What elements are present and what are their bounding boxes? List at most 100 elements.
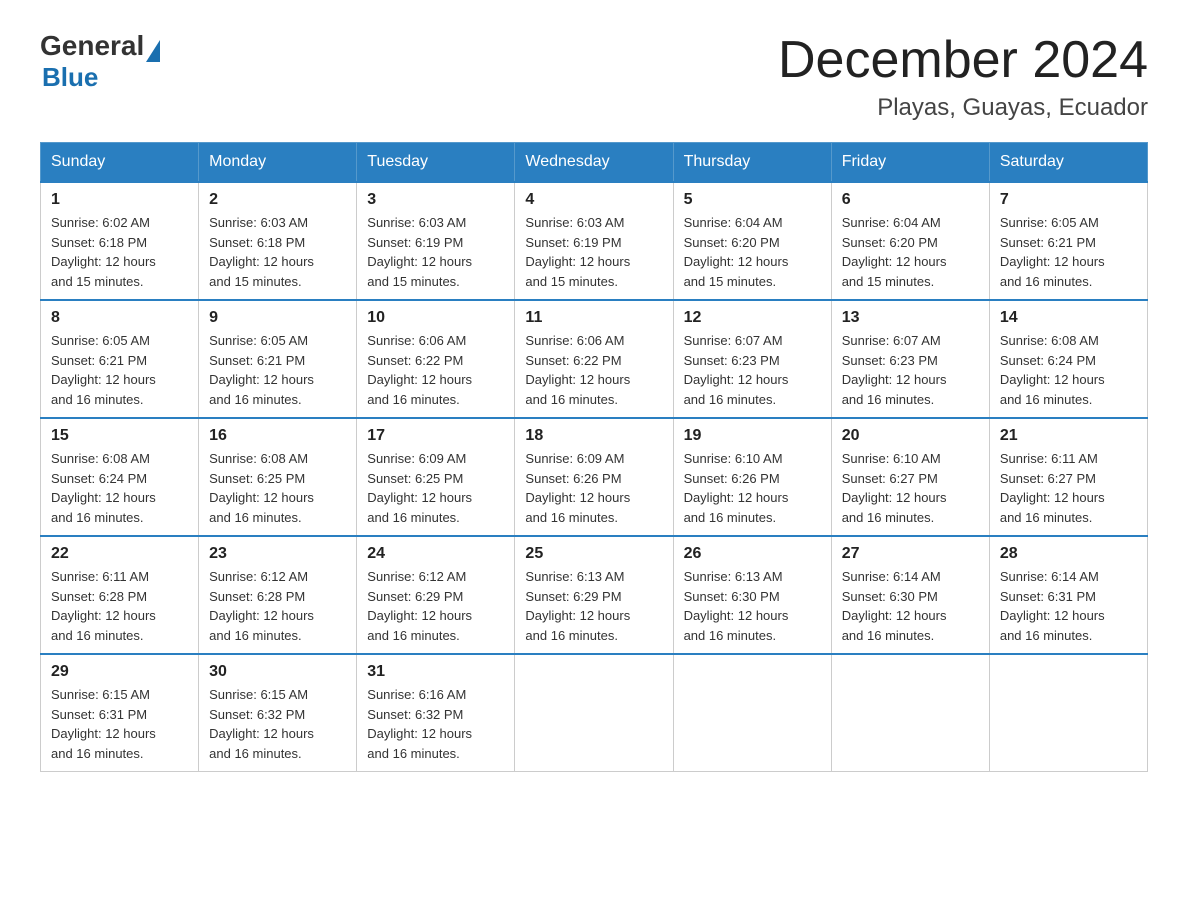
day-number: 3 xyxy=(367,191,504,209)
week-row-2: 8 Sunrise: 6:05 AM Sunset: 6:21 PM Dayli… xyxy=(41,300,1148,418)
calendar-subtitle: Playas, Guayas, Ecuador xyxy=(778,94,1148,122)
day-info: Sunrise: 6:03 AM Sunset: 6:19 PM Dayligh… xyxy=(367,213,504,291)
calendar-cell xyxy=(989,654,1147,772)
day-number: 26 xyxy=(684,545,821,563)
calendar-cell xyxy=(673,654,831,772)
calendar-cell: 6 Sunrise: 6:04 AM Sunset: 6:20 PM Dayli… xyxy=(831,182,989,300)
logo: General Blue xyxy=(40,30,160,93)
day-number: 1 xyxy=(51,191,188,209)
calendar-cell xyxy=(515,654,673,772)
day-number: 4 xyxy=(525,191,662,209)
calendar-cell: 5 Sunrise: 6:04 AM Sunset: 6:20 PM Dayli… xyxy=(673,182,831,300)
day-number: 25 xyxy=(525,545,662,563)
header-sunday: Sunday xyxy=(41,143,199,183)
day-number: 24 xyxy=(367,545,504,563)
day-info: Sunrise: 6:10 AM Sunset: 6:27 PM Dayligh… xyxy=(842,449,979,527)
day-number: 30 xyxy=(209,663,346,681)
day-info: Sunrise: 6:11 AM Sunset: 6:28 PM Dayligh… xyxy=(51,567,188,645)
day-info: Sunrise: 6:05 AM Sunset: 6:21 PM Dayligh… xyxy=(51,331,188,409)
calendar-cell: 20 Sunrise: 6:10 AM Sunset: 6:27 PM Dayl… xyxy=(831,418,989,536)
day-number: 7 xyxy=(1000,191,1137,209)
day-number: 23 xyxy=(209,545,346,563)
day-number: 2 xyxy=(209,191,346,209)
day-info: Sunrise: 6:09 AM Sunset: 6:26 PM Dayligh… xyxy=(525,449,662,527)
calendar-cell: 25 Sunrise: 6:13 AM Sunset: 6:29 PM Dayl… xyxy=(515,536,673,654)
day-number: 12 xyxy=(684,309,821,327)
day-number: 8 xyxy=(51,309,188,327)
days-header-row: Sunday Monday Tuesday Wednesday Thursday… xyxy=(41,143,1148,183)
day-info: Sunrise: 6:09 AM Sunset: 6:25 PM Dayligh… xyxy=(367,449,504,527)
calendar-cell: 22 Sunrise: 6:11 AM Sunset: 6:28 PM Dayl… xyxy=(41,536,199,654)
day-number: 21 xyxy=(1000,427,1137,445)
day-info: Sunrise: 6:11 AM Sunset: 6:27 PM Dayligh… xyxy=(1000,449,1137,527)
day-info: Sunrise: 6:05 AM Sunset: 6:21 PM Dayligh… xyxy=(1000,213,1137,291)
calendar-cell xyxy=(831,654,989,772)
calendar-cell: 18 Sunrise: 6:09 AM Sunset: 6:26 PM Dayl… xyxy=(515,418,673,536)
calendar-cell: 3 Sunrise: 6:03 AM Sunset: 6:19 PM Dayli… xyxy=(357,182,515,300)
day-info: Sunrise: 6:08 AM Sunset: 6:24 PM Dayligh… xyxy=(51,449,188,527)
day-info: Sunrise: 6:07 AM Sunset: 6:23 PM Dayligh… xyxy=(842,331,979,409)
day-info: Sunrise: 6:06 AM Sunset: 6:22 PM Dayligh… xyxy=(367,331,504,409)
header-friday: Friday xyxy=(831,143,989,183)
calendar-cell: 30 Sunrise: 6:15 AM Sunset: 6:32 PM Dayl… xyxy=(199,654,357,772)
calendar-cell: 10 Sunrise: 6:06 AM Sunset: 6:22 PM Dayl… xyxy=(357,300,515,418)
header-thursday: Thursday xyxy=(673,143,831,183)
page-header: General Blue December 2024 Playas, Guaya… xyxy=(40,30,1148,122)
day-info: Sunrise: 6:13 AM Sunset: 6:29 PM Dayligh… xyxy=(525,567,662,645)
day-info: Sunrise: 6:16 AM Sunset: 6:32 PM Dayligh… xyxy=(367,685,504,763)
day-info: Sunrise: 6:07 AM Sunset: 6:23 PM Dayligh… xyxy=(684,331,821,409)
day-number: 28 xyxy=(1000,545,1137,563)
header-tuesday: Tuesday xyxy=(357,143,515,183)
day-number: 17 xyxy=(367,427,504,445)
week-row-3: 15 Sunrise: 6:08 AM Sunset: 6:24 PM Dayl… xyxy=(41,418,1148,536)
calendar-cell: 7 Sunrise: 6:05 AM Sunset: 6:21 PM Dayli… xyxy=(989,182,1147,300)
day-number: 14 xyxy=(1000,309,1137,327)
day-number: 18 xyxy=(525,427,662,445)
calendar-cell: 8 Sunrise: 6:05 AM Sunset: 6:21 PM Dayli… xyxy=(41,300,199,418)
logo-triangle-icon xyxy=(146,40,160,62)
calendar-cell: 2 Sunrise: 6:03 AM Sunset: 6:18 PM Dayli… xyxy=(199,182,357,300)
calendar-cell: 17 Sunrise: 6:09 AM Sunset: 6:25 PM Dayl… xyxy=(357,418,515,536)
calendar-cell: 12 Sunrise: 6:07 AM Sunset: 6:23 PM Dayl… xyxy=(673,300,831,418)
day-number: 6 xyxy=(842,191,979,209)
logo-blue-text: Blue xyxy=(42,62,160,93)
week-row-4: 22 Sunrise: 6:11 AM Sunset: 6:28 PM Dayl… xyxy=(41,536,1148,654)
calendar-cell: 4 Sunrise: 6:03 AM Sunset: 6:19 PM Dayli… xyxy=(515,182,673,300)
day-number: 5 xyxy=(684,191,821,209)
day-info: Sunrise: 6:13 AM Sunset: 6:30 PM Dayligh… xyxy=(684,567,821,645)
day-info: Sunrise: 6:03 AM Sunset: 6:19 PM Dayligh… xyxy=(525,213,662,291)
calendar-cell: 14 Sunrise: 6:08 AM Sunset: 6:24 PM Dayl… xyxy=(989,300,1147,418)
day-info: Sunrise: 6:12 AM Sunset: 6:29 PM Dayligh… xyxy=(367,567,504,645)
calendar-cell: 21 Sunrise: 6:11 AM Sunset: 6:27 PM Dayl… xyxy=(989,418,1147,536)
week-row-1: 1 Sunrise: 6:02 AM Sunset: 6:18 PM Dayli… xyxy=(41,182,1148,300)
calendar-cell: 27 Sunrise: 6:14 AM Sunset: 6:30 PM Dayl… xyxy=(831,536,989,654)
calendar-cell: 11 Sunrise: 6:06 AM Sunset: 6:22 PM Dayl… xyxy=(515,300,673,418)
calendar-cell: 28 Sunrise: 6:14 AM Sunset: 6:31 PM Dayl… xyxy=(989,536,1147,654)
day-info: Sunrise: 6:06 AM Sunset: 6:22 PM Dayligh… xyxy=(525,331,662,409)
day-info: Sunrise: 6:10 AM Sunset: 6:26 PM Dayligh… xyxy=(684,449,821,527)
day-number: 22 xyxy=(51,545,188,563)
calendar-title: December 2024 xyxy=(778,30,1148,90)
day-info: Sunrise: 6:15 AM Sunset: 6:32 PM Dayligh… xyxy=(209,685,346,763)
day-number: 20 xyxy=(842,427,979,445)
day-number: 19 xyxy=(684,427,821,445)
calendar-cell: 31 Sunrise: 6:16 AM Sunset: 6:32 PM Dayl… xyxy=(357,654,515,772)
calendar-cell: 1 Sunrise: 6:02 AM Sunset: 6:18 PM Dayli… xyxy=(41,182,199,300)
day-info: Sunrise: 6:03 AM Sunset: 6:18 PM Dayligh… xyxy=(209,213,346,291)
day-number: 16 xyxy=(209,427,346,445)
calendar-cell: 13 Sunrise: 6:07 AM Sunset: 6:23 PM Dayl… xyxy=(831,300,989,418)
logo-general-text: General xyxy=(40,30,144,62)
week-row-5: 29 Sunrise: 6:15 AM Sunset: 6:31 PM Dayl… xyxy=(41,654,1148,772)
header-monday: Monday xyxy=(199,143,357,183)
day-info: Sunrise: 6:14 AM Sunset: 6:31 PM Dayligh… xyxy=(1000,567,1137,645)
day-number: 13 xyxy=(842,309,979,327)
day-info: Sunrise: 6:08 AM Sunset: 6:25 PM Dayligh… xyxy=(209,449,346,527)
day-info: Sunrise: 6:02 AM Sunset: 6:18 PM Dayligh… xyxy=(51,213,188,291)
calendar-cell: 26 Sunrise: 6:13 AM Sunset: 6:30 PM Dayl… xyxy=(673,536,831,654)
day-info: Sunrise: 6:04 AM Sunset: 6:20 PM Dayligh… xyxy=(842,213,979,291)
day-info: Sunrise: 6:05 AM Sunset: 6:21 PM Dayligh… xyxy=(209,331,346,409)
day-info: Sunrise: 6:04 AM Sunset: 6:20 PM Dayligh… xyxy=(684,213,821,291)
day-number: 31 xyxy=(367,663,504,681)
day-number: 11 xyxy=(525,309,662,327)
day-info: Sunrise: 6:14 AM Sunset: 6:30 PM Dayligh… xyxy=(842,567,979,645)
